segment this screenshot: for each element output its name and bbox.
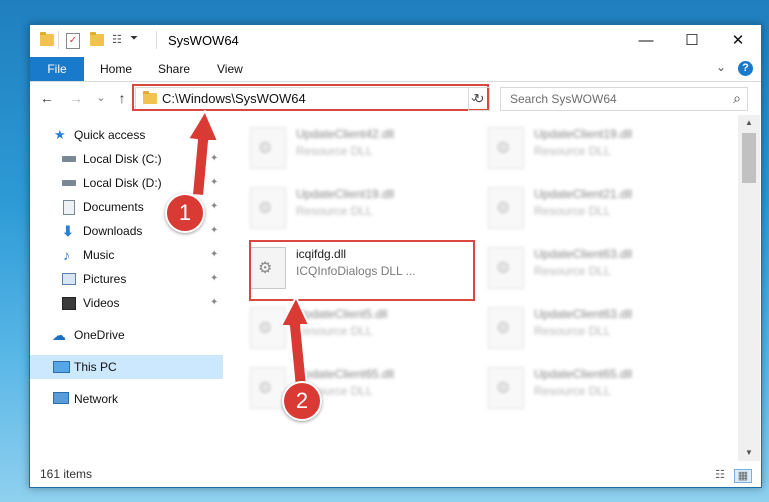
step-1-badge: 1 — [165, 193, 205, 233]
arrow-to-address-bar — [187, 110, 219, 197]
annotation-arrows — [187, 110, 310, 388]
step-2-badge: 2 — [282, 381, 322, 421]
arrow-to-file — [280, 296, 310, 388]
